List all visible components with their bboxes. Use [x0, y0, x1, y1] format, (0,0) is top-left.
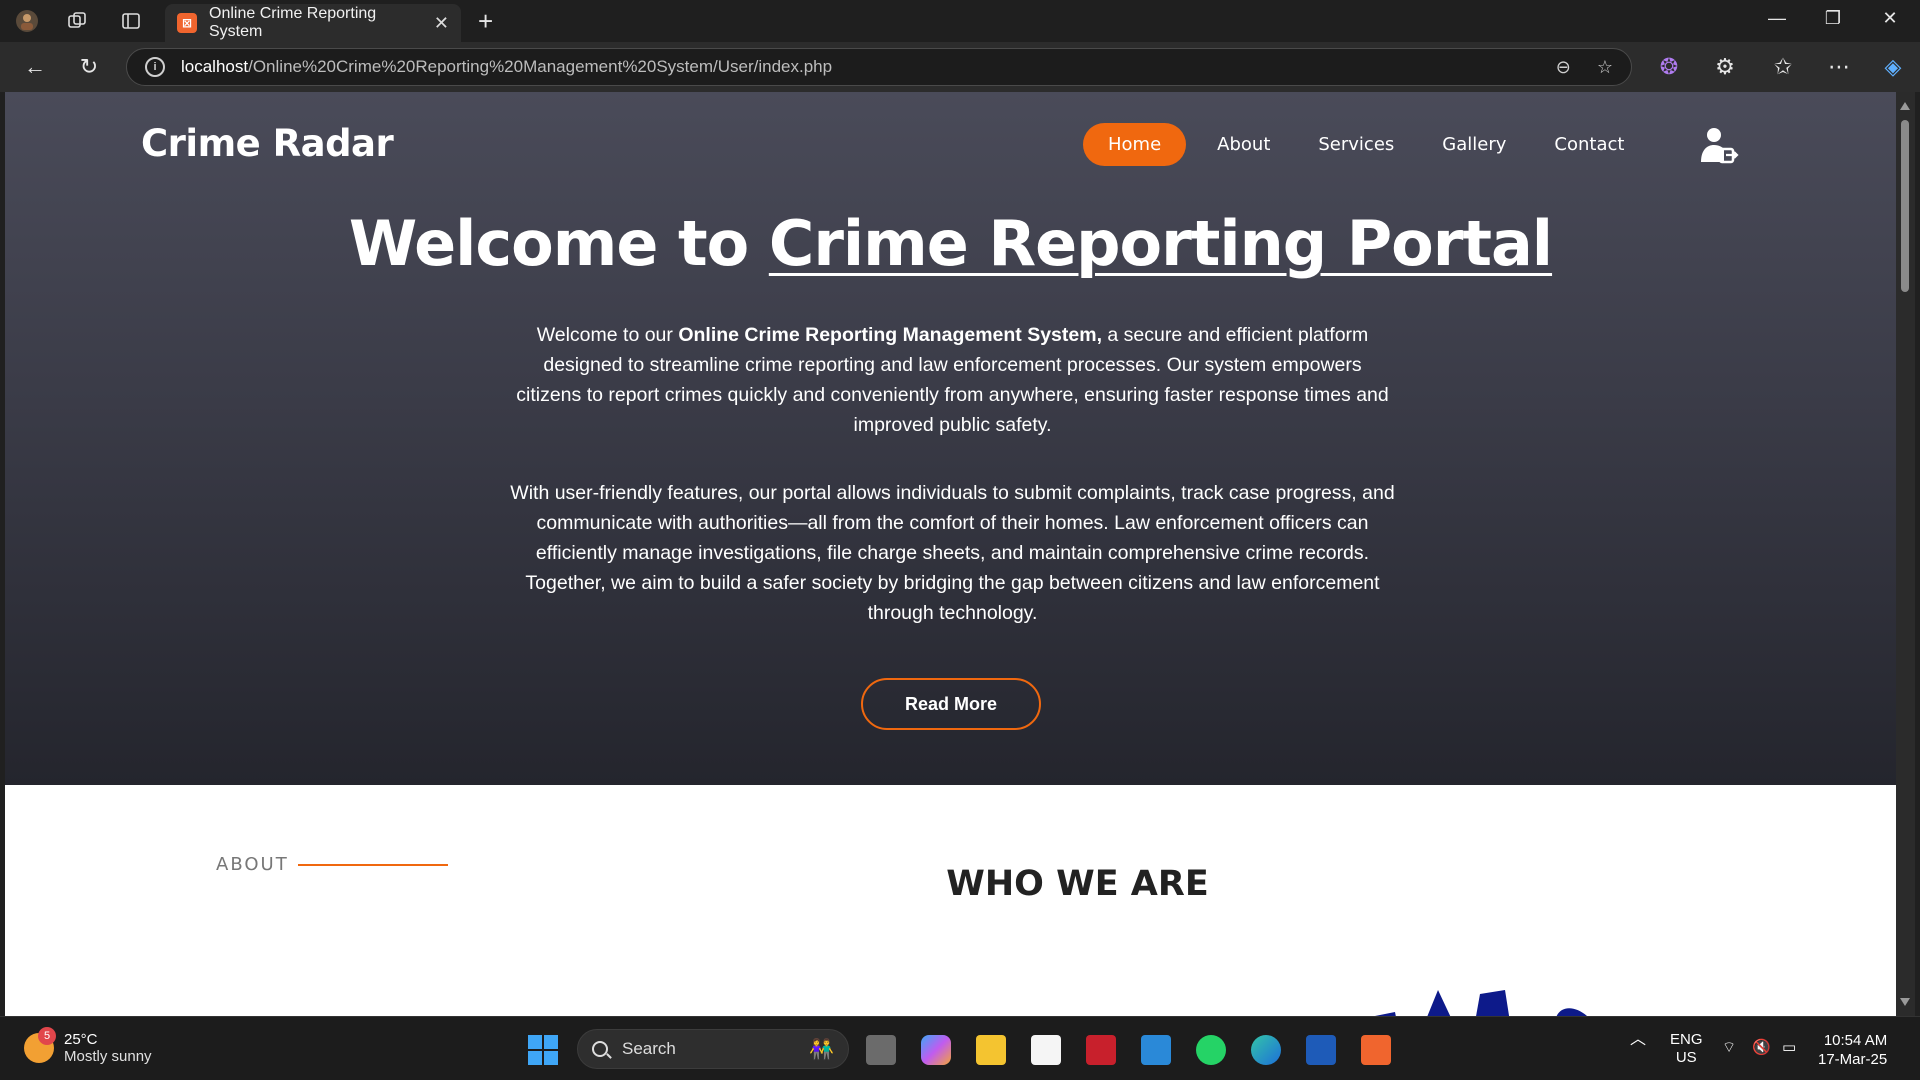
para1-intro: Welcome to our	[536, 324, 679, 346]
sun-icon: 5	[24, 1027, 56, 1063]
back-arrow-icon[interactable]: ←	[22, 54, 48, 80]
weather-condition: Mostly sunny	[64, 1048, 152, 1065]
copilot-taskbar-icon[interactable]	[921, 1035, 951, 1065]
scroll-up-arrow-icon[interactable]	[1900, 102, 1910, 110]
taskbar-search[interactable]: Search 👫	[577, 1029, 849, 1069]
favorite-star-icon[interactable]: ☆	[1597, 57, 1613, 78]
hero-title-underlined: Crime Reporting Portal	[768, 207, 1553, 280]
address-bar-row: ← ↻ i localhost/Online%20Crime%20Reporti…	[0, 42, 1920, 92]
region-code: US	[1675, 1049, 1697, 1066]
url-path: /Online%20Crime%20Reporting%20Management…	[248, 57, 833, 76]
hero-title-plain: Welcome to	[348, 207, 769, 280]
hero-title: Welcome to Crime Reporting Portal	[5, 207, 1896, 280]
tab-title: Online Crime Reporting System	[209, 5, 377, 40]
refresh-icon[interactable]: ↻	[76, 54, 102, 80]
more-menu-icon[interactable]: ⋯	[1826, 54, 1852, 80]
copilot-icon[interactable]: ◈	[1880, 54, 1906, 80]
scroll-down-arrow-icon[interactable]	[1900, 998, 1910, 1006]
weather-widget[interactable]: 5 25°C Mostly sunny	[24, 1027, 152, 1065]
hero-section: Crime Radar Home About Services Gallery …	[5, 92, 1896, 785]
word-icon[interactable]	[1306, 1035, 1336, 1065]
clock-date: 17-Mar-25	[1818, 1051, 1888, 1068]
whatsapp-icon[interactable]	[1196, 1035, 1226, 1065]
language-code: ENG	[1670, 1031, 1703, 1048]
active-browser-tab[interactable]: ⊠ Online Crime Reporting System ✕	[165, 4, 461, 42]
nav-services[interactable]: Services	[1304, 123, 1408, 166]
close-window-button[interactable]: ✕	[1878, 8, 1902, 29]
clock-time: 10:54 AM	[1823, 1032, 1888, 1049]
new-tab-button[interactable]: +	[478, 6, 493, 37]
battery-icon[interactable]: ▭	[1782, 1039, 1796, 1057]
minimize-button[interactable]: —	[1765, 8, 1789, 29]
weather-badge: 5	[38, 1027, 56, 1045]
restore-button[interactable]: ❐	[1821, 8, 1845, 29]
site-info-icon[interactable]: i	[145, 57, 165, 77]
who-we-are-heading: WHO WE ARE	[946, 864, 1209, 904]
tray-overflow-icon[interactable]: ︿	[1630, 1031, 1646, 1049]
taskbar-search-label: Search	[622, 1039, 676, 1058]
microsoft-store-icon[interactable]	[1031, 1035, 1061, 1065]
tab-close-icon[interactable]: ✕	[434, 13, 449, 34]
xampp-icon[interactable]	[1361, 1035, 1391, 1065]
page-viewport: Crime Radar Home About Services Gallery …	[5, 92, 1896, 1016]
wifi-icon[interactable]: ⌔	[1722, 1039, 1736, 1057]
scroll-thumb[interactable]	[1901, 120, 1909, 292]
task-view-icon[interactable]	[866, 1035, 896, 1065]
system-clock[interactable]: 10:54 AM 17-Mar-25	[1818, 1031, 1887, 1069]
profile-avatar-icon[interactable]	[14, 8, 40, 34]
windows-taskbar: 5 25°C Mostly sunny Search 👫 ︿ ENG US ⌔ …	[0, 1016, 1920, 1080]
search-highlight-icon: 👫	[809, 1038, 834, 1061]
nav-gallery[interactable]: Gallery	[1428, 123, 1520, 166]
read-more-button[interactable]: Read More	[861, 678, 1041, 730]
vertical-tabs-icon[interactable]	[118, 8, 144, 34]
edge-icon[interactable]	[1251, 1035, 1281, 1065]
favorites-icon[interactable]: ✩	[1770, 54, 1796, 80]
vscode-icon[interactable]	[1141, 1035, 1171, 1065]
nav-home[interactable]: Home	[1083, 123, 1187, 166]
hero-paragraph-1: Welcome to our Online Crime Reporting Ma…	[510, 320, 1395, 440]
site-brand[interactable]: Crime Radar	[141, 122, 394, 165]
reader-icon[interactable]: ⊖	[1556, 57, 1571, 78]
weather-temperature: 25°C	[64, 1031, 98, 1048]
about-logo-image	[1325, 982, 1625, 1016]
copilot-extension-icon[interactable]: ❂	[1656, 54, 1682, 80]
hero-paragraph-2: With user-friendly features, our portal …	[510, 482, 1395, 624]
user-logout-icon[interactable]	[1699, 126, 1739, 166]
mcafee-icon[interactable]	[1086, 1035, 1116, 1065]
file-explorer-icon[interactable]	[976, 1035, 1006, 1065]
workspaces-icon[interactable]	[64, 8, 90, 34]
xampp-favicon-icon: ⊠	[177, 13, 197, 33]
extensions-icon[interactable]: ⚙	[1712, 54, 1738, 80]
browser-tab-bar: ⊠ Online Crime Reporting System ✕ + — ❐ …	[0, 0, 1920, 42]
main-nav: Home About Services Gallery Contact	[1083, 123, 1658, 166]
url-host: localhost	[181, 57, 249, 76]
para1-bold: Online Crime Reporting Management System…	[678, 324, 1102, 346]
volume-muted-icon[interactable]: 🔇	[1752, 1039, 1771, 1057]
url-field[interactable]: i localhost/Online%20Crime%20Reporting%2…	[126, 48, 1632, 86]
search-icon	[592, 1041, 608, 1057]
nav-about[interactable]: About	[1203, 123, 1284, 166]
page-scrollbar[interactable]	[1896, 92, 1915, 1016]
nav-contact[interactable]: Contact	[1540, 123, 1638, 166]
language-indicator[interactable]: ENG US	[1670, 1031, 1703, 1067]
windows-start-icon[interactable]	[528, 1035, 558, 1065]
